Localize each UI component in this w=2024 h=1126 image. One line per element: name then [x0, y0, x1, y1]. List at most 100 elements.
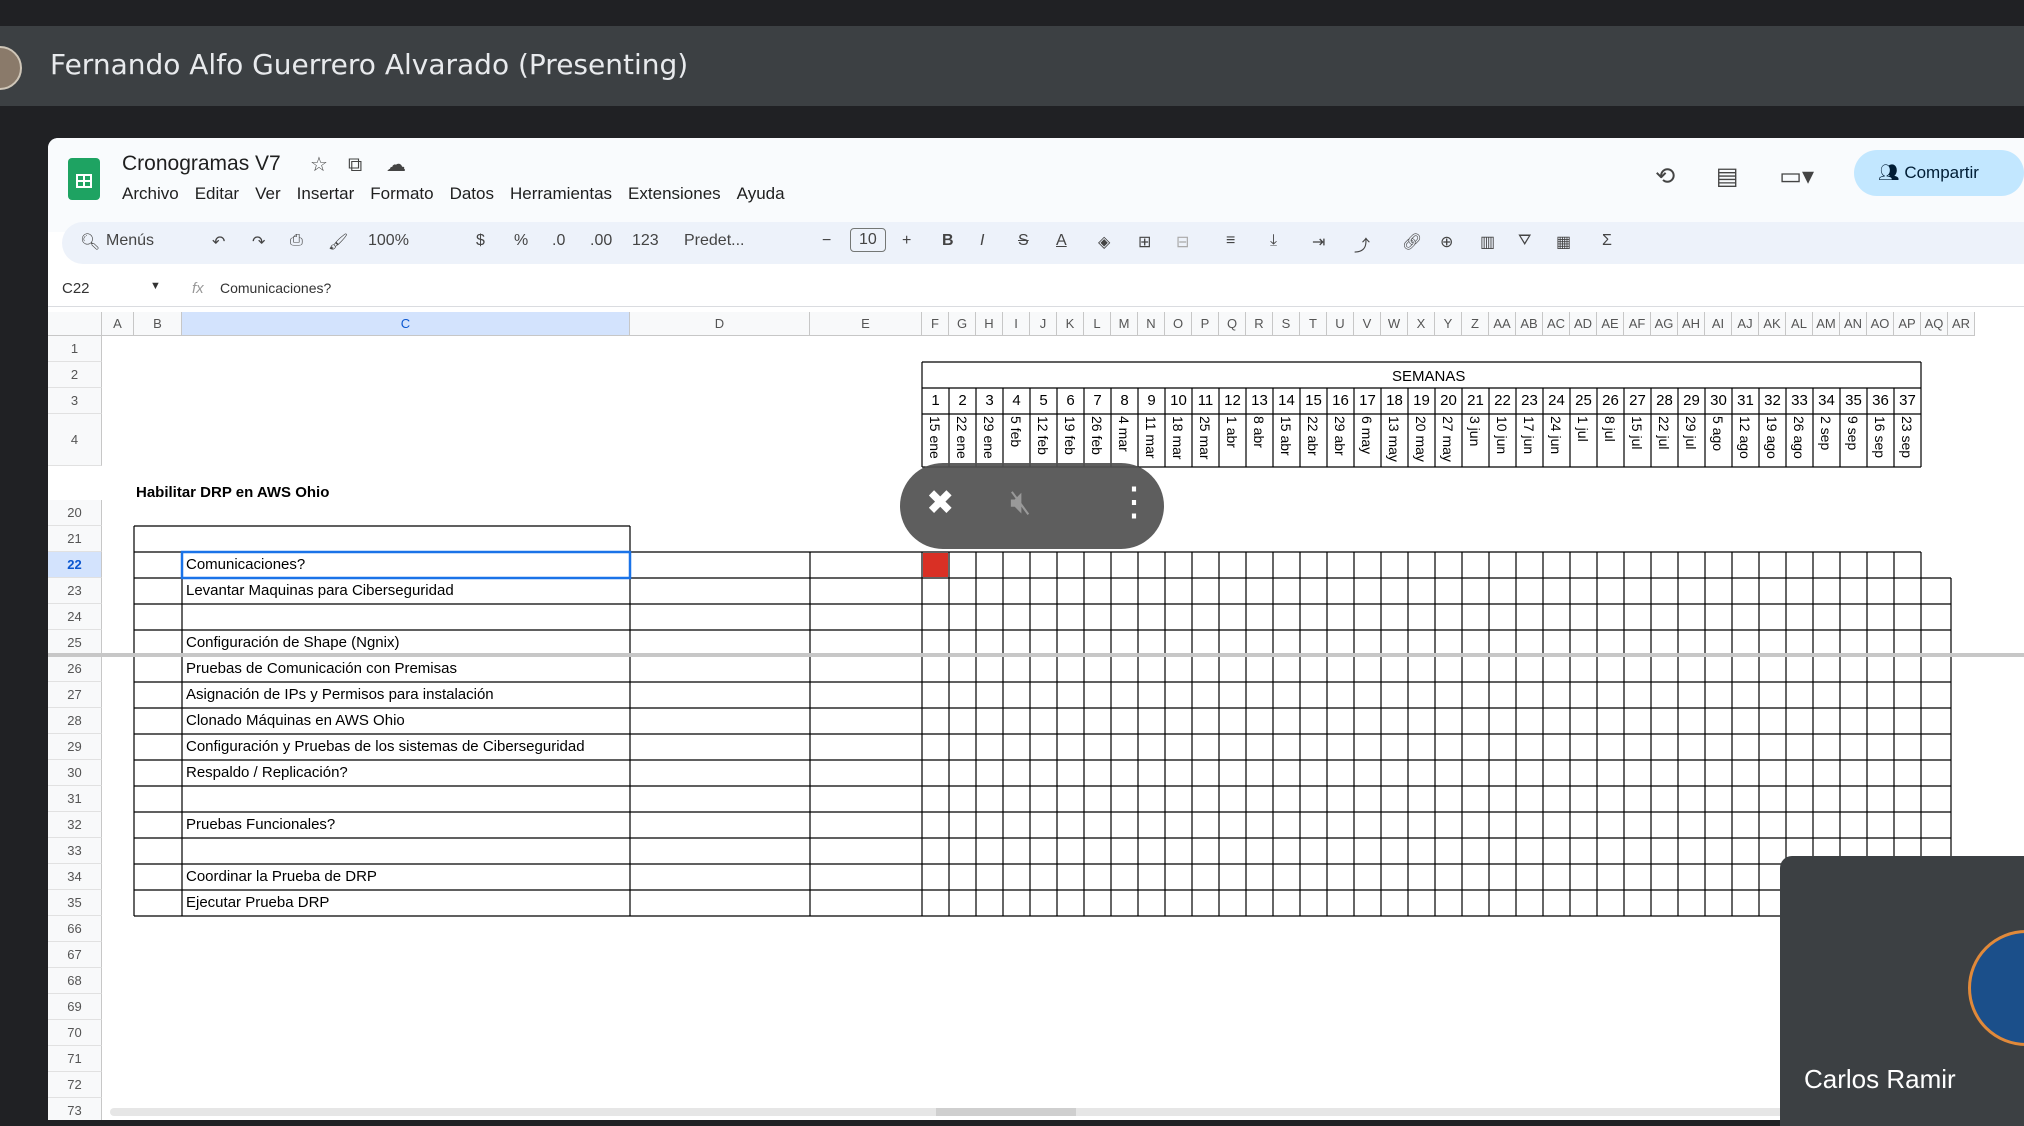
- week-date-cell[interactable]: 17 jun: [1521, 416, 1537, 466]
- column-header-h[interactable]: H: [976, 312, 1003, 336]
- week-number-cell[interactable]: 14: [1273, 392, 1300, 409]
- column-header-w[interactable]: W: [1381, 312, 1408, 336]
- select-all-corner[interactable]: [48, 312, 102, 336]
- column-header-g[interactable]: G: [949, 312, 976, 336]
- column-header-aj[interactable]: AJ: [1732, 312, 1759, 336]
- column-header-ad[interactable]: AD: [1570, 312, 1597, 336]
- week-number-cell[interactable]: 16: [1327, 392, 1354, 409]
- week-date-cell[interactable]: 9 sep: [1845, 416, 1861, 466]
- row-header-2[interactable]: 2: [48, 362, 102, 388]
- week-date-cell[interactable]: 12 ago: [1737, 416, 1753, 466]
- cloud-status-icon[interactable]: ☁: [386, 152, 424, 177]
- week-date-cell[interactable]: 8 abr: [1251, 416, 1267, 466]
- move-folder-icon[interactable]: ⧉: [348, 154, 386, 177]
- week-number-cell[interactable]: 5: [1030, 392, 1057, 409]
- week-number-cell[interactable]: 30: [1705, 392, 1732, 409]
- week-number-cell[interactable]: 36: [1867, 392, 1894, 409]
- align-horizontal-icon[interactable]: ≡: [1226, 232, 1235, 250]
- column-header-ab[interactable]: AB: [1516, 312, 1543, 336]
- column-header-aq[interactable]: AQ: [1921, 312, 1948, 336]
- column-header-v[interactable]: V: [1354, 312, 1381, 336]
- menu-insertar[interactable]: Insertar: [297, 184, 355, 204]
- week-date-cell[interactable]: 10 jun: [1494, 416, 1510, 466]
- increase-decimal-button[interactable]: .00: [590, 232, 612, 250]
- redo-icon[interactable]: ↷: [252, 232, 265, 252]
- column-header-c[interactable]: C: [182, 312, 630, 336]
- row-header-30[interactable]: 30: [48, 760, 102, 786]
- column-header-s[interactable]: S: [1273, 312, 1300, 336]
- text-rotation-icon[interactable]: ⤴: [1354, 232, 1370, 256]
- search-icon[interactable]: 🔍︎: [80, 232, 100, 252]
- row-header-33[interactable]: 33: [48, 838, 102, 864]
- scrollbar-thumb[interactable]: [936, 1108, 1076, 1116]
- column-header-u[interactable]: U: [1327, 312, 1354, 336]
- task-cell[interactable]: Coordinar la Prueba de DRP: [186, 868, 377, 885]
- decrease-font-icon[interactable]: −: [822, 232, 831, 250]
- column-header-x[interactable]: X: [1408, 312, 1435, 336]
- week-number-cell[interactable]: 29: [1678, 392, 1705, 409]
- column-header-o[interactable]: O: [1165, 312, 1192, 336]
- row-header-68[interactable]: 68: [48, 968, 102, 994]
- mute-icon[interactable]: 🔇︎: [1010, 483, 1031, 522]
- row-header-73[interactable]: 73: [48, 1098, 102, 1120]
- week-number-cell[interactable]: 37: [1894, 392, 1921, 409]
- column-header-r[interactable]: R: [1246, 312, 1273, 336]
- column-header-af[interactable]: AF: [1624, 312, 1651, 336]
- column-header-ar[interactable]: AR: [1948, 312, 1975, 336]
- menu-extensiones[interactable]: Extensiones: [628, 184, 721, 204]
- history-icon[interactable]: ⟲: [1655, 162, 1675, 191]
- week-date-cell[interactable]: 15 jul: [1629, 416, 1645, 466]
- week-number-cell[interactable]: 26: [1597, 392, 1624, 409]
- week-number-cell[interactable]: 27: [1624, 392, 1651, 409]
- increase-font-icon[interactable]: +: [902, 232, 911, 250]
- menu-archivo[interactable]: Archivo: [122, 184, 179, 204]
- meet-icon[interactable]: ▭▾: [1779, 162, 1814, 191]
- column-header-ao[interactable]: AO: [1867, 312, 1894, 336]
- week-date-cell[interactable]: 5 ago: [1710, 416, 1726, 466]
- column-header-d[interactable]: D: [630, 312, 810, 336]
- week-date-cell[interactable]: 2 sep: [1818, 416, 1834, 466]
- column-header-i[interactable]: I: [1003, 312, 1030, 336]
- week-date-cell[interactable]: 11 mar: [1143, 416, 1159, 466]
- font-select[interactable]: Predet...: [684, 232, 744, 250]
- decrease-decimal-button[interactable]: .0: [552, 232, 565, 250]
- week-date-cell[interactable]: 29 jul: [1683, 416, 1699, 466]
- task-cell[interactable]: Ejecutar Prueba DRP: [186, 894, 329, 911]
- column-header-y[interactable]: Y: [1435, 312, 1462, 336]
- task-cell[interactable]: Configuración y Pruebas de los sistemas …: [186, 738, 585, 755]
- week-date-cell[interactable]: 8 jul: [1602, 416, 1618, 466]
- merge-cells-icon[interactable]: ⊟: [1176, 232, 1189, 252]
- star-icon[interactable]: ☆: [310, 152, 348, 177]
- column-header-al[interactable]: AL: [1786, 312, 1813, 336]
- week-number-cell[interactable]: 31: [1732, 392, 1759, 409]
- column-header-m[interactable]: M: [1111, 312, 1138, 336]
- row-header-24[interactable]: 24: [48, 604, 102, 630]
- week-number-cell[interactable]: 28: [1651, 392, 1678, 409]
- week-number-cell[interactable]: 6: [1057, 392, 1084, 409]
- column-header-ac[interactable]: AC: [1543, 312, 1570, 336]
- row-header-28[interactable]: 28: [48, 708, 102, 734]
- strikethrough-button[interactable]: S: [1018, 232, 1029, 250]
- more-options-icon[interactable]: ⋮: [1114, 479, 1154, 525]
- column-header-an[interactable]: AN: [1840, 312, 1867, 336]
- zoom-select[interactable]: 100%: [368, 232, 409, 250]
- column-header-ak[interactable]: AK: [1759, 312, 1786, 336]
- task-cell[interactable]: Pruebas Funcionales?: [186, 816, 335, 833]
- column-header-am[interactable]: AM: [1813, 312, 1840, 336]
- week-date-cell[interactable]: 24 jun: [1548, 416, 1564, 466]
- row-header-32[interactable]: 32: [48, 812, 102, 838]
- section-title-cell[interactable]: Habilitar DRP en AWS Ohio: [136, 484, 329, 501]
- column-header-ae[interactable]: AE: [1597, 312, 1624, 336]
- column-header-z[interactable]: Z: [1462, 312, 1489, 336]
- column-header-l[interactable]: L: [1084, 312, 1111, 336]
- row-header-35[interactable]: 35: [48, 890, 102, 916]
- column-header-a[interactable]: A: [102, 312, 134, 336]
- menu-datos[interactable]: Datos: [450, 184, 494, 204]
- name-box-dropdown-icon[interactable]: ▼: [150, 280, 161, 292]
- row-header-71[interactable]: 71: [48, 1046, 102, 1072]
- column-header-j[interactable]: J: [1030, 312, 1057, 336]
- row-header-20[interactable]: 20: [48, 500, 102, 526]
- row-header-72[interactable]: 72: [48, 1072, 102, 1098]
- week-number-cell[interactable]: 35: [1840, 392, 1867, 409]
- week-date-cell[interactable]: 25 mar: [1197, 416, 1213, 466]
